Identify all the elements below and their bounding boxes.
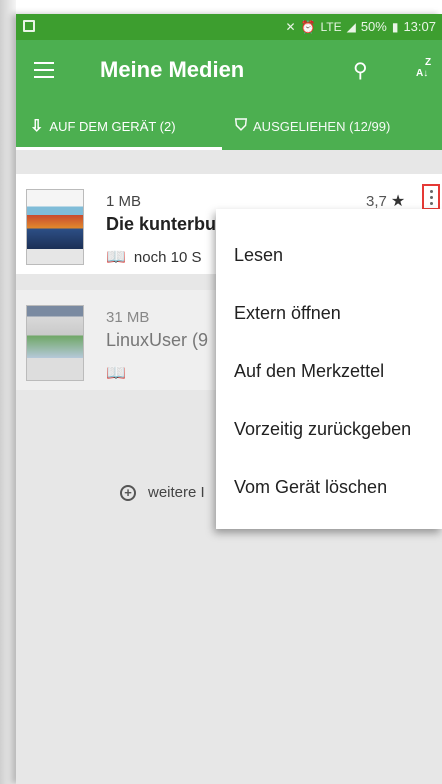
sort-az-icon[interactable]: Z A↓ xyxy=(416,58,436,84)
alarm-icon: ⏰ xyxy=(300,19,316,34)
tab-borrowed[interactable]: ⛉ AUSGELIEHEN (12/99) xyxy=(235,102,435,150)
load-more-label: weitere I xyxy=(148,484,205,501)
file-size: 31 MB xyxy=(106,309,150,326)
more-options-button[interactable] xyxy=(422,184,440,210)
item-title: Die kunterbu xyxy=(106,214,217,234)
item-title: LinuxUser (9 xyxy=(106,330,209,350)
page-title: Meine Medien xyxy=(100,57,245,82)
tab-on-device[interactable]: ⇩ AUF DEM GERÄT (2) xyxy=(30,102,222,150)
item-subtitle: noch 10 S xyxy=(133,248,202,266)
status-bar: ✕ ⏰ LTE ◢ 50% ▮ 13:07 xyxy=(16,14,442,40)
menu-item-return-early[interactable]: Vorzeitig zurückgeben xyxy=(234,419,411,440)
book-icon: 📖 xyxy=(106,249,126,266)
frame-shadow xyxy=(0,0,16,784)
context-menu: Lesen Extern öffnen Auf den Merkzettel V… xyxy=(216,209,442,529)
cover-image xyxy=(26,189,84,265)
app-bar: Meine Medien ⚲ Z A↓ xyxy=(16,40,442,102)
load-more-link[interactable]: + weitere I xyxy=(120,484,205,501)
tab-bar: ⇩ AUF DEM GERÄT (2) ⛉ AUSGELIEHEN (12/99… xyxy=(16,102,442,150)
rating-value: 3,7 xyxy=(366,192,387,210)
menu-item-delete[interactable]: Vom Gerät löschen xyxy=(234,477,387,498)
download-arrow-icon: ⇩ xyxy=(30,118,44,135)
menu-item-read[interactable]: Lesen xyxy=(234,245,283,266)
menu-item-open-external[interactable]: Extern öffnen xyxy=(234,303,341,324)
file-size: 1 MB xyxy=(106,193,142,210)
star-icon: ★ xyxy=(390,193,406,210)
lte-label: LTE xyxy=(320,19,342,34)
menu-icon[interactable] xyxy=(34,62,54,78)
add-circle-icon: + xyxy=(120,484,136,501)
battery-percent: 50% xyxy=(360,19,387,34)
screenshot-icon xyxy=(23,20,35,32)
tab-indicator xyxy=(16,147,222,150)
book-icon: 📖 xyxy=(106,365,126,382)
cover-image xyxy=(26,305,84,381)
phone-frame: ✕ ⏰ LTE ◢ 50% ▮ 13:07 Meine Medien ⚲ Z A… xyxy=(0,0,442,784)
tab-on-device-label: AUF DEM GERÄT (2) xyxy=(49,118,176,134)
search-icon[interactable]: ⚲ xyxy=(353,58,368,83)
tab-borrowed-label: AUSGELIEHEN (12/99) xyxy=(253,118,391,134)
screen: ✕ ⏰ LTE ◢ 50% ▮ 13:07 Meine Medien ⚲ Z A… xyxy=(16,14,442,784)
battery-icon: ▮ xyxy=(391,19,399,34)
signal-icon: ◢ xyxy=(346,19,356,34)
bookmark-icon: ⛉ xyxy=(235,117,248,134)
mute-icon: ✕ xyxy=(285,19,296,34)
menu-item-bookmark[interactable]: Auf den Merkzettel xyxy=(234,361,384,382)
clock: 13:07 xyxy=(403,19,436,34)
